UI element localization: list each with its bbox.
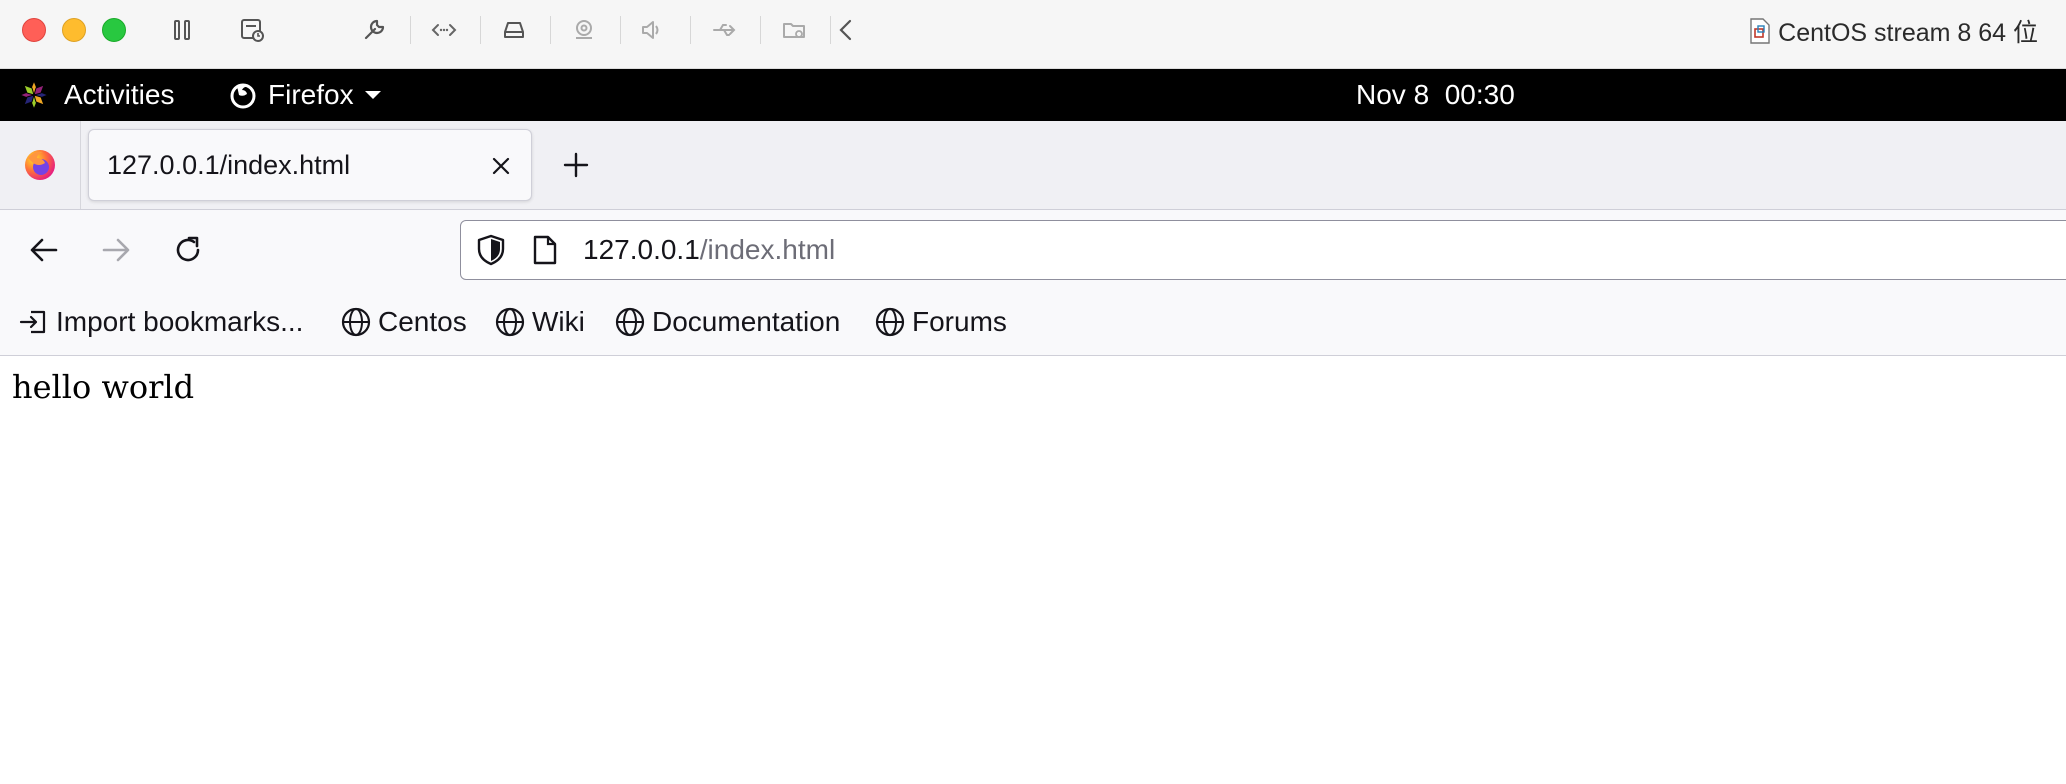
bookmark-label: Documentation xyxy=(652,306,841,337)
bookmark-documentation[interactable]: Documentation xyxy=(614,300,840,344)
vm-title-text: CentOS stream 8 64 位 xyxy=(1778,19,2038,47)
bookmark-centos[interactable]: Centos xyxy=(340,300,467,344)
firefox-monochrome-icon xyxy=(230,83,256,109)
app-menu-button[interactable]: Firefox xyxy=(228,69,382,121)
url-bar[interactable]: 127.0.0.1/index.html xyxy=(460,220,2066,280)
bookmark-forums[interactable]: Forums xyxy=(874,300,1007,344)
hard-disk-icon[interactable] xyxy=(498,14,530,46)
clock[interactable]: Nov 8 00:30 xyxy=(1356,69,1515,121)
window-maximize-button[interactable] xyxy=(102,18,126,42)
bookmark-label: Import bookmarks... xyxy=(56,306,304,337)
arrow-right-icon xyxy=(102,238,130,262)
tab-strip: 127.0.0.1/index.html xyxy=(0,121,2066,210)
pause-icon[interactable] xyxy=(166,14,198,46)
page-body-text: hello world xyxy=(12,368,195,406)
firefox-logo-icon xyxy=(25,150,55,180)
snapshot-icon[interactable] xyxy=(236,14,268,46)
vm-window-toolbar: CentOS stream 8 64 位 xyxy=(0,0,2066,69)
shared-folder-icon[interactable] xyxy=(778,14,810,46)
tab-title: 127.0.0.1/index.html xyxy=(107,149,351,180)
vm-document-icon xyxy=(1750,18,1770,44)
new-tab-button[interactable] xyxy=(556,143,596,187)
app-menu-label: Firefox xyxy=(268,79,354,110)
gnome-top-bar: Activities Firefox Nov 8 00:30 xyxy=(0,69,2066,121)
page-info-icon[interactable] xyxy=(529,234,561,266)
window-minimize-button[interactable] xyxy=(62,18,86,42)
vm-window-title: CentOS stream 8 64 位 xyxy=(1750,14,2038,48)
centos-logo-icon xyxy=(18,79,50,111)
navigation-toolbar: 127.0.0.1/index.html xyxy=(0,210,2066,290)
tracking-protection-shield-icon[interactable] xyxy=(475,234,507,266)
activities-label: Activities xyxy=(64,79,175,110)
bookmark-import[interactable]: Import bookmarks... xyxy=(18,300,303,344)
code-arrows-icon[interactable] xyxy=(428,14,460,46)
tab-close-icon[interactable] xyxy=(483,148,519,184)
back-button[interactable] xyxy=(20,226,68,274)
bookmark-label: Centos xyxy=(378,306,467,337)
url-host: 127.0.0.1 xyxy=(583,234,700,265)
page-content: hello world xyxy=(0,356,2066,784)
caret-down-icon xyxy=(364,91,381,99)
speaker-icon[interactable] xyxy=(636,14,668,46)
bookmark-label: Forums xyxy=(912,306,1007,337)
import-icon xyxy=(19,310,46,334)
camera-icon[interactable] xyxy=(568,14,600,46)
screen: CentOS stream 8 64 位 Activities Firefox … xyxy=(0,0,2066,784)
url-text[interactable]: 127.0.0.1/index.html xyxy=(583,221,835,279)
tab-active[interactable]: 127.0.0.1/index.html xyxy=(88,129,532,201)
forward-button[interactable] xyxy=(92,226,140,274)
globe-icon xyxy=(495,307,525,337)
arrow-left-icon xyxy=(30,238,58,262)
usb-icon[interactable] xyxy=(708,14,740,46)
globe-icon xyxy=(615,307,645,337)
url-path: /index.html xyxy=(699,234,836,265)
bookmarks-toolbar: Import bookmarks... Centos Wiki Document… xyxy=(0,290,2066,356)
globe-icon xyxy=(341,307,371,337)
reload-button[interactable] xyxy=(164,226,212,274)
firefox-view-button[interactable] xyxy=(0,121,81,209)
bookmark-wiki[interactable]: Wiki xyxy=(494,300,585,344)
reload-icon xyxy=(176,236,200,262)
chevron-left-icon[interactable] xyxy=(830,14,862,46)
activities-button[interactable]: Activities xyxy=(18,69,174,121)
wrench-icon[interactable] xyxy=(358,14,390,46)
window-close-button[interactable] xyxy=(22,18,46,42)
globe-icon xyxy=(875,307,905,337)
bookmark-label: Wiki xyxy=(532,306,585,337)
plus-icon xyxy=(563,152,589,178)
